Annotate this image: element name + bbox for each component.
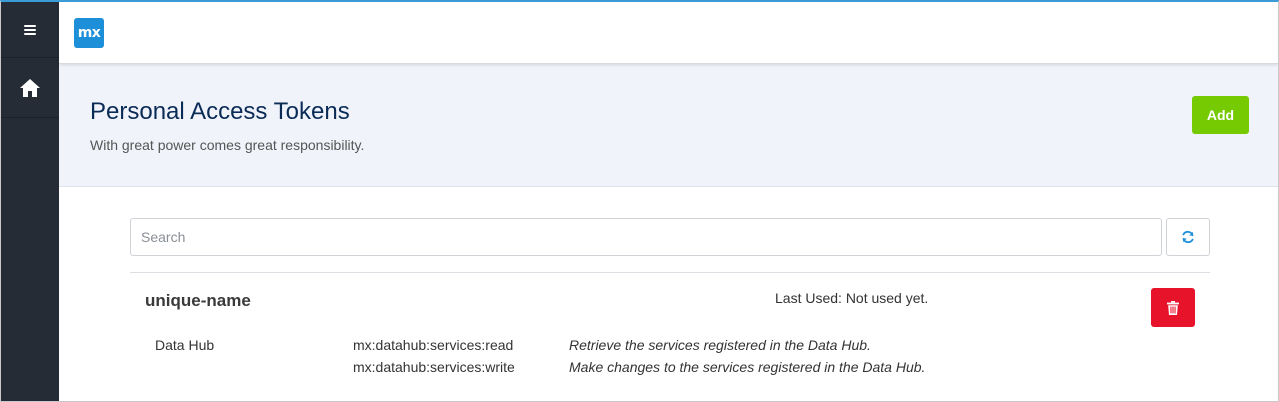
trash-icon (1167, 300, 1179, 315)
refresh-button[interactable] (1166, 218, 1210, 256)
mendix-logo[interactable]: mx (74, 18, 104, 48)
sidebar-menu-toggle[interactable] (1, 2, 59, 58)
page-header: Personal Access Tokens With great power … (59, 64, 1278, 187)
sidebar (1, 2, 59, 401)
delete-token-button[interactable] (1151, 288, 1195, 327)
scope-row: mx:datahub:services:read Retrieve the ser… (353, 337, 871, 353)
scope-description: Make changes to the services registered … (569, 359, 926, 375)
top-bar: mx (59, 2, 1278, 64)
token-last-used: Last Used: Not used yet. (775, 290, 929, 306)
scope-name: mx:datahub:services:write (353, 359, 515, 375)
sidebar-item-home[interactable] (1, 58, 59, 118)
hamburger-menu-icon (24, 24, 36, 35)
token-name: unique-name (145, 291, 251, 310)
refresh-icon (1182, 230, 1194, 244)
page-title: Personal Access Tokens (90, 98, 350, 125)
page-subtitle: With great power comes great responsibil… (90, 137, 365, 153)
token-app-name: Data Hub (155, 337, 215, 353)
home-icon (20, 78, 40, 97)
add-token-button[interactable]: Add (1192, 96, 1249, 134)
search-input[interactable] (130, 218, 1162, 256)
list-divider (130, 272, 1210, 273)
scope-name: mx:datahub:services:read (353, 337, 514, 353)
scope-description: Retrieve the services registered in the … (569, 337, 871, 353)
scope-row: mx:datahub:services:write Make changes to… (353, 359, 925, 375)
app-window: mx Personal Access Tokens With great pow… (0, 0, 1279, 402)
